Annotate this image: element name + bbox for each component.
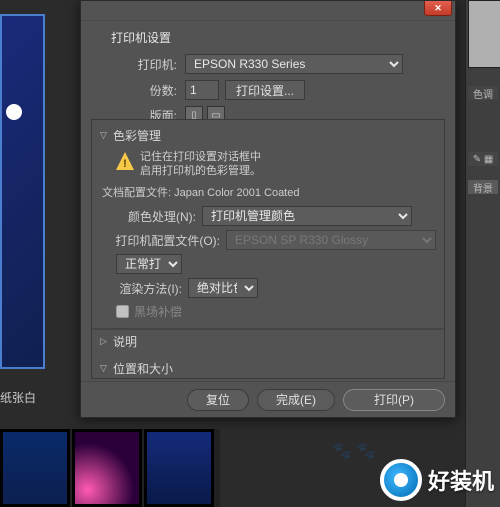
document-profile-text: 文档配置文件: Japan Color 2001 Coated (102, 184, 436, 200)
position-size-header[interactable]: ▽ 位置和大小 (100, 358, 436, 379)
printer-settings-title: 打印机设置 (111, 29, 445, 46)
close-button[interactable]: ✕ (424, 1, 452, 16)
watermark: 好装机 (380, 459, 494, 501)
warning-icon: ! (116, 152, 134, 170)
color-management-header[interactable]: ▽ 色彩管理 (100, 125, 436, 146)
thumb-2[interactable] (72, 429, 142, 507)
watermark-logo-icon (380, 459, 422, 501)
reset-button[interactable]: 复位 (187, 389, 249, 411)
printer-profile-select: EPSON SP R330 Glossy (226, 230, 436, 250)
panel-icons-row[interactable]: ✎ ▦ (468, 152, 498, 166)
thumb-3[interactable] (144, 429, 214, 507)
chevron-down-icon: ▽ (100, 363, 110, 374)
printer-label: 打印机: (91, 56, 177, 73)
copies-label: 份数: (91, 82, 177, 99)
watermark-text: 好装机 (428, 464, 494, 496)
chevron-right-icon: ▷ (100, 336, 110, 347)
position-size-label: 位置和大小 (113, 360, 173, 377)
done-button[interactable]: 完成(E) (257, 389, 335, 411)
print-preview-thumbnail (0, 14, 45, 369)
color-handling-select[interactable]: 打印机管理颜色 (202, 206, 412, 226)
print-dialog: ✕ 打印机设置 打印机: EPSON R330 Series 份数: 打印设置.… (80, 0, 456, 418)
watermark-paws-icon: 🐾🐾 (332, 441, 380, 461)
print-button[interactable]: 打印(P) (343, 389, 445, 411)
warning-text: 记住在打印设置对话框中 启用打印机的色彩管理。 (140, 150, 261, 178)
rendering-intent-select[interactable]: 绝对比色 (188, 278, 258, 298)
filmstrip-thumbnails (0, 429, 220, 507)
description-label: 说明 (113, 333, 137, 350)
thumb-1[interactable] (0, 429, 70, 507)
paper-white-label: 纸张白 (0, 389, 36, 406)
black-point-checkbox (116, 305, 129, 318)
settings-scroll-panel: ▽ 色彩管理 ! 记住在打印设置对话框中 启用打印机的色彩管理。 文档配置文件:… (91, 119, 445, 379)
description-header[interactable]: ▷ 说明 (92, 329, 444, 353)
chevron-down-icon: ▽ (100, 130, 110, 141)
color-management-label: 色彩管理 (113, 127, 161, 144)
panel-tab-background[interactable]: 背景 (468, 180, 498, 194)
printer-profile-label: 打印机配置文件(O): (100, 232, 220, 249)
dialog-titlebar: ✕ (81, 1, 455, 21)
print-mode-select[interactable]: 正常打印 (116, 254, 182, 274)
right-side-panel: 色调 ✎ ▦ 背景 (465, 0, 500, 507)
rendering-intent-label: 渲染方法(I): (100, 280, 182, 297)
dialog-button-row: 复位 完成(E) 打印(P) (81, 381, 455, 417)
black-point-label: 黑场补偿 (134, 303, 182, 320)
printer-select[interactable]: EPSON R330 Series (185, 54, 403, 74)
navigator-thumbnail (468, 0, 500, 68)
panel-tab-tone[interactable]: 色调 (468, 86, 498, 100)
copies-input[interactable] (185, 80, 219, 100)
print-settings-button[interactable]: 打印设置... (225, 80, 305, 100)
color-handling-label: 颜色处理(N): (100, 208, 196, 225)
